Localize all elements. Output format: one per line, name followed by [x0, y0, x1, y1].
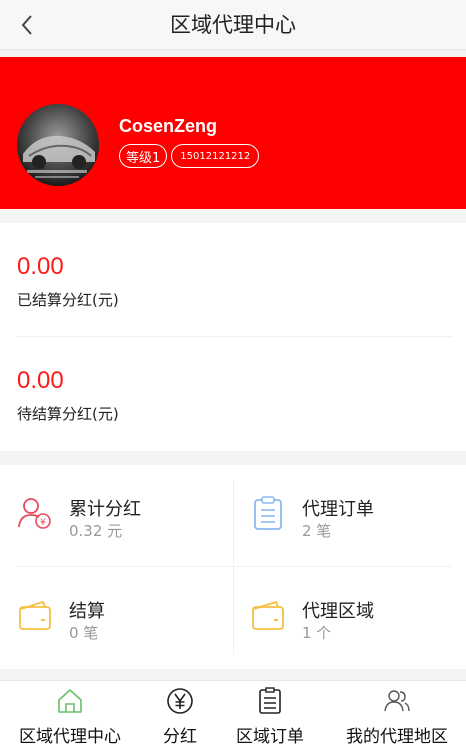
grid-item-agent-region[interactable]: 代理区域 1 个 [233, 567, 466, 667]
tab-region-orders[interactable]: 区域订单 [230, 681, 310, 750]
grid-item-value: 0 笔 [69, 624, 99, 642]
top-bar: 区域代理中心 [0, 0, 466, 50]
tab-label: 我的代理地区 [346, 727, 448, 747]
clipboard-icon [254, 496, 282, 530]
pending-label: 待结算分红(元) [17, 405, 119, 423]
tab-label: 分红 [163, 727, 197, 747]
username: CosenZeng [119, 116, 218, 136]
grid-item-title: 代理区域 [302, 601, 374, 622]
home-icon [58, 689, 82, 713]
avatar-image [17, 104, 99, 186]
list-icon [259, 687, 281, 714]
page: 区域代理中心 CosenZeng 等级1 15012121212 0.00 已结… [0, 0, 466, 750]
grid-item-value: 0.32 元 [69, 522, 123, 540]
bottom-tab-bar: 区域代理中心 分红 区域订单 我的代理地区 [0, 680, 466, 750]
tab-label: 区域代理中心 [19, 727, 121, 747]
tab-my-agent-regions[interactable]: 我的代理地区 [336, 681, 458, 750]
grid-item-title: 累计分红 [69, 499, 141, 520]
level-badge: 等级1 [119, 144, 168, 168]
settled-amount: 0.00 [17, 253, 64, 280]
wallet-icon [252, 600, 284, 630]
stats-grid: ¥ 累计分红 0.32 元 代理订单 2 笔 结算 0 笔 代理区域 1 个 [0, 465, 466, 669]
pending-dividend: 0.00 待结算分红(元) [17, 367, 119, 424]
profile-banner: CosenZeng 等级1 15012121212 [0, 57, 466, 209]
grid-item-title: 结算 [69, 601, 105, 622]
grid-item-total-dividend[interactable]: ¥ 累计分红 0.32 元 [0, 465, 233, 565]
grid-item-agent-orders[interactable]: 代理订单 2 笔 [233, 465, 466, 565]
users-icon [384, 690, 410, 712]
tab-agent-center[interactable]: 区域代理中心 [10, 681, 130, 750]
tab-label: 区域订单 [236, 727, 304, 747]
pending-amount: 0.00 [17, 367, 64, 394]
page-title: 区域代理中心 [170, 13, 296, 37]
divider [17, 336, 452, 337]
wallet-icon [19, 600, 51, 630]
yen-icon [167, 688, 193, 714]
user-dividend-icon: ¥ [18, 498, 51, 529]
profile-badges: 等级1 15012121212 [119, 144, 260, 168]
phone-badge: 15012121212 [171, 144, 260, 168]
grid-item-value: 2 笔 [302, 522, 332, 540]
grid-item-settlement[interactable]: 结算 0 笔 [0, 567, 233, 667]
grid-item-value: 1 个 [302, 624, 332, 642]
avatar[interactable] [17, 104, 99, 186]
settled-label: 已结算分红(元) [17, 291, 119, 309]
dividend-summary: 0.00 已结算分红(元) 0.00 待结算分红(元) [0, 223, 466, 451]
tab-dividend[interactable]: 分红 [150, 681, 210, 750]
settled-dividend: 0.00 已结算分红(元) [17, 253, 119, 310]
grid-item-title: 代理订单 [302, 499, 374, 520]
svg-text:¥: ¥ [40, 518, 46, 528]
